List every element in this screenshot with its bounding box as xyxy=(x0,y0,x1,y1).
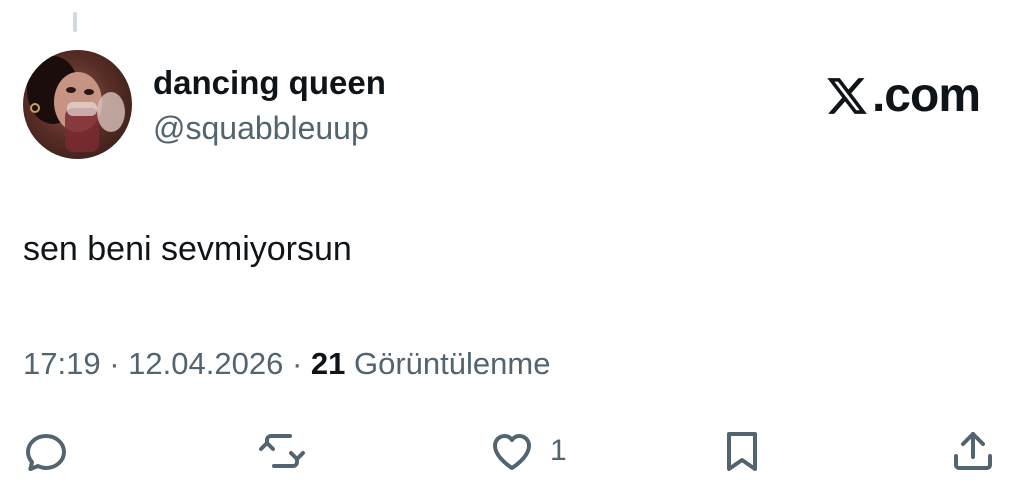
tweet-text: sen beni sevmiyorsun xyxy=(23,230,352,268)
brand-logo: .com xyxy=(824,68,981,124)
retweet-button[interactable] xyxy=(258,426,306,476)
tweet-time[interactable]: 17:19 xyxy=(23,346,101,381)
meta-separator: · xyxy=(291,346,303,381)
x-logo-icon xyxy=(827,78,867,114)
views-label: Görüntülenme xyxy=(354,346,551,381)
author-display-name[interactable]: dancing queen xyxy=(153,63,386,103)
brand-domain-text: .com xyxy=(871,69,981,122)
retweet-icon xyxy=(259,434,305,468)
share-icon xyxy=(954,432,992,470)
bookmark-icon xyxy=(727,432,757,471)
views-count: 21 xyxy=(310,346,346,381)
like-count: 1 xyxy=(550,434,567,467)
bookmark-button[interactable] xyxy=(718,426,766,476)
share-button[interactable] xyxy=(949,426,997,476)
author-handle[interactable]: @squabbleuup xyxy=(153,108,369,148)
tweet-date[interactable]: 12.04.2026 xyxy=(128,346,283,381)
avatar[interactable] xyxy=(23,50,132,159)
reply-icon xyxy=(26,434,66,471)
meta-separator: · xyxy=(109,346,120,381)
avatar-photo xyxy=(27,56,125,152)
thread-connector-line xyxy=(73,12,77,32)
heart-icon xyxy=(493,434,531,470)
reply-button[interactable] xyxy=(22,426,70,476)
tweet-meta: 17:19 · 12.04.2026 · 21 Görüntülenme xyxy=(23,344,550,384)
like-button[interactable]: 1 xyxy=(488,426,567,476)
